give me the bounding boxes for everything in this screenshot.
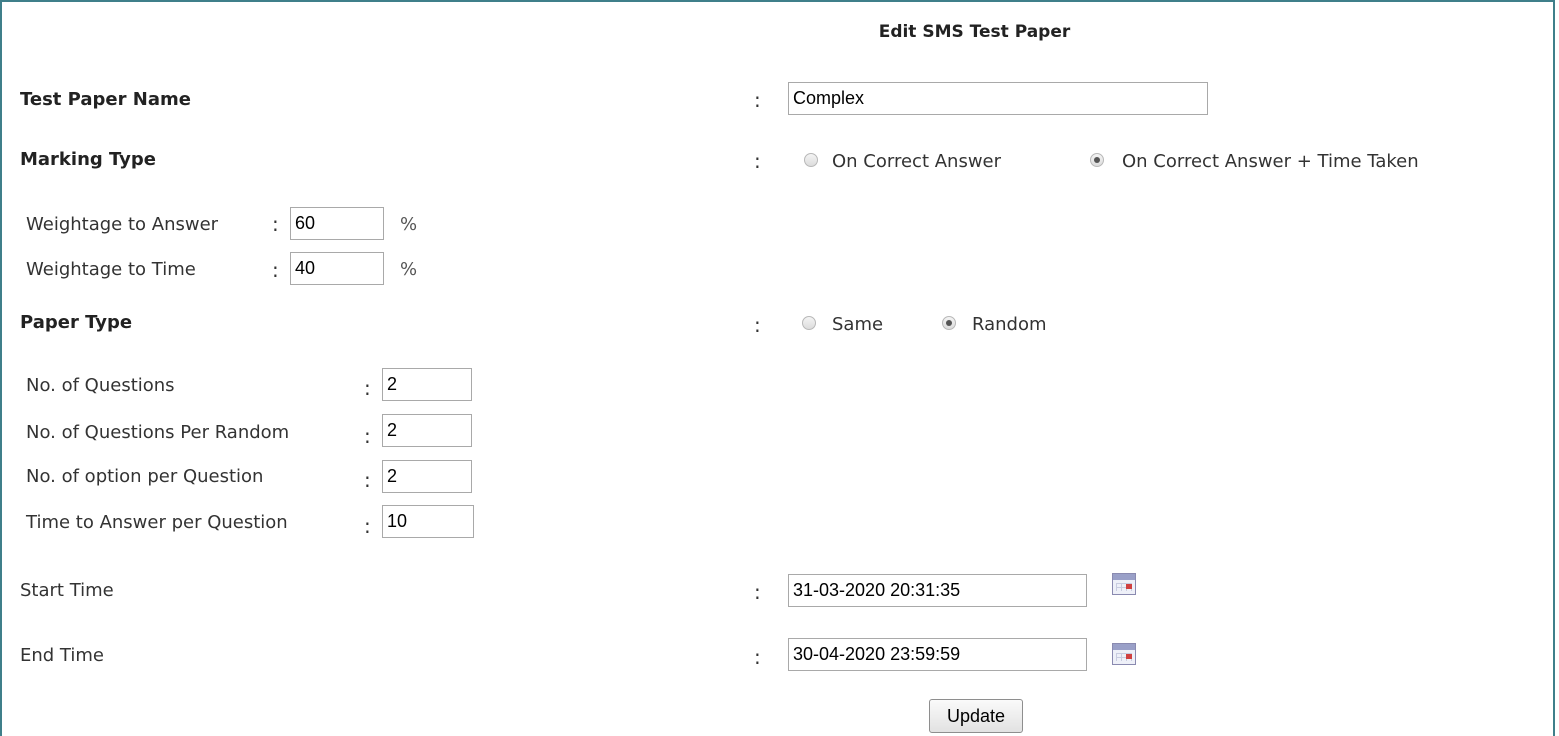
marking-correct-answer-radio[interactable] <box>804 153 818 167</box>
end-time-label: End Time <box>20 645 104 666</box>
weightage-time-input[interactable]: 40 <box>290 252 384 285</box>
num-questions-label: No. of Questions <box>26 375 175 396</box>
marking-correct-answer-time-label: On Correct Answer + Time Taken <box>1122 151 1419 172</box>
marking-correct-answer-time-radio[interactable] <box>1090 153 1104 167</box>
weightage-time-unit: % <box>400 259 418 280</box>
colon: : <box>272 212 279 236</box>
colon: : <box>364 376 371 400</box>
options-per-question-label: No. of option per Question <box>26 466 264 487</box>
start-time-label: Start Time <box>20 580 114 601</box>
calendar-icon[interactable] <box>1112 573 1136 595</box>
time-per-question-input[interactable]: 10 <box>382 505 474 538</box>
num-questions-input[interactable]: 2 <box>382 368 472 401</box>
questions-per-random-label: No. of Questions Per Random <box>26 422 290 443</box>
colon: : <box>364 468 371 492</box>
form-panel: Edit SMS Test Paper Test Paper Name : Co… <box>0 0 1555 736</box>
time-per-question-label: Time to Answer per Question <box>26 512 288 533</box>
colon: : <box>364 514 371 538</box>
paper-type-random-radio[interactable] <box>942 316 956 330</box>
calendar-icon[interactable] <box>1112 643 1136 665</box>
weightage-answer-unit: % <box>400 214 418 235</box>
colon: : <box>754 88 761 112</box>
questions-per-random-input[interactable]: 2 <box>382 414 472 447</box>
paper-type-same-radio[interactable] <box>802 316 816 330</box>
marking-correct-answer-label: On Correct Answer <box>832 151 1002 172</box>
update-button[interactable]: Update <box>929 699 1023 733</box>
colon: : <box>754 580 761 604</box>
colon: : <box>754 645 761 669</box>
paper-type-random-label: Random <box>972 314 1047 335</box>
weightage-answer-label: Weightage to Answer <box>26 214 219 235</box>
end-time-input[interactable]: 30-04-2020 23:59:59 <box>788 638 1087 671</box>
marking-type-label: Marking Type <box>20 149 157 170</box>
weightage-answer-input[interactable]: 60 <box>290 207 384 240</box>
start-time-input[interactable]: 31-03-2020 20:31:35 <box>788 574 1087 607</box>
options-per-question-input[interactable]: 2 <box>382 460 472 493</box>
colon: : <box>272 258 279 282</box>
test-paper-name-input[interactable]: Complex <box>788 82 1208 115</box>
paper-type-same-label: Same <box>832 314 884 335</box>
colon: : <box>364 424 371 448</box>
paper-type-label: Paper Type <box>20 312 133 333</box>
weightage-time-label: Weightage to Time <box>26 259 196 280</box>
page-title: Edit SMS Test Paper <box>878 22 1071 42</box>
test-paper-name-label: Test Paper Name <box>20 89 191 110</box>
colon: : <box>754 313 761 337</box>
colon: : <box>754 149 761 173</box>
